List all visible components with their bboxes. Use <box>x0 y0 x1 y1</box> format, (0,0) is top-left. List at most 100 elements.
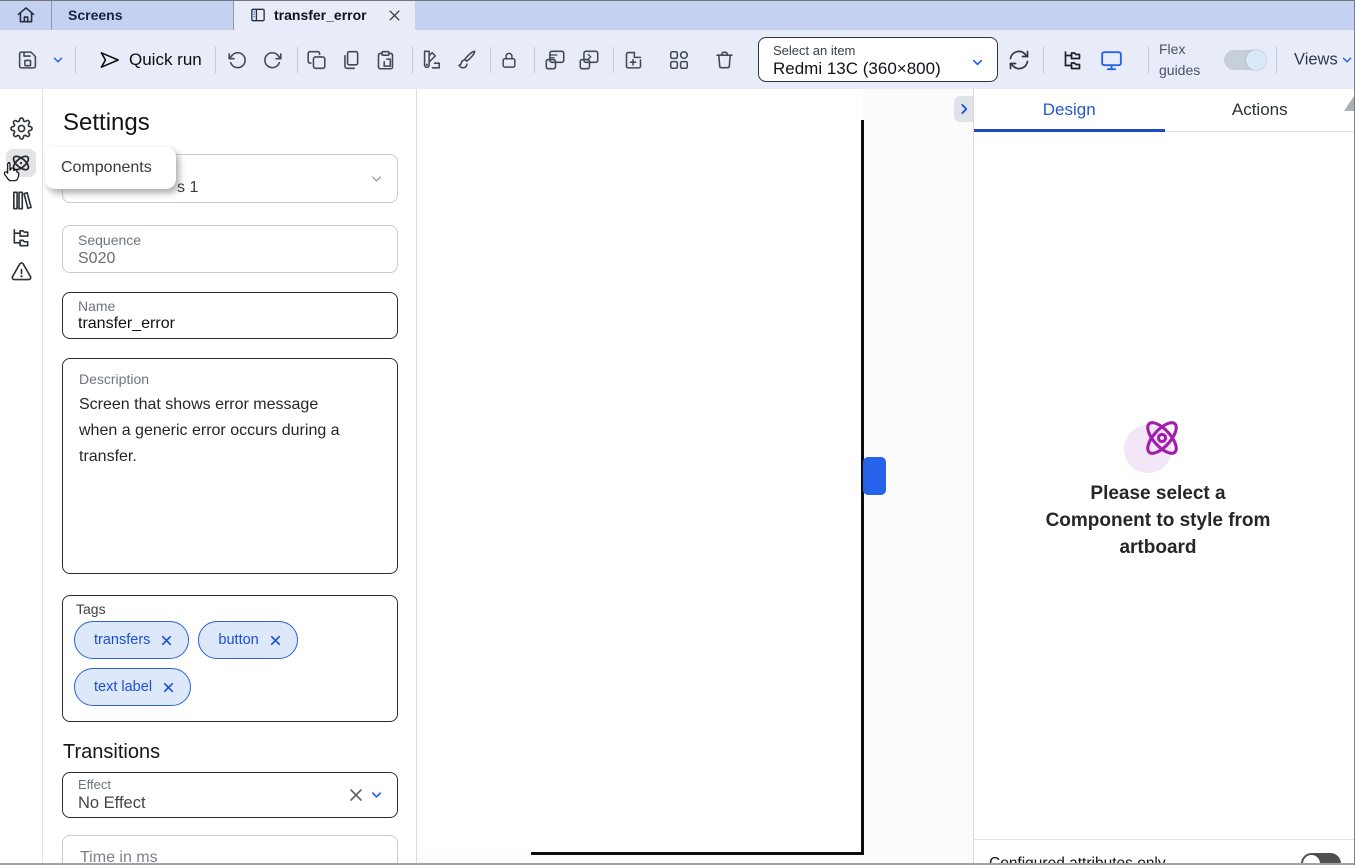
chevron-down-icon <box>51 53 65 67</box>
redo-icon <box>262 49 283 70</box>
empty-state-message: Please select a Component to style from … <box>974 480 1342 561</box>
tags-field[interactable]: Tags transfers button text label <box>62 595 398 722</box>
chevron-right-icon <box>957 102 971 116</box>
sync-button[interactable] <box>1007 48 1031 72</box>
effect-value: No Effect <box>78 794 146 813</box>
rail-settings-button[interactable] <box>6 114 36 142</box>
copy-style-button[interactable] <box>544 49 566 71</box>
flex-guides-toggle[interactable] <box>1224 50 1266 70</box>
scrollbar-corner <box>1344 96 1354 111</box>
rail-library-button[interactable] <box>6 186 36 214</box>
monitor-icon <box>1099 47 1124 72</box>
sequence-value: S020 <box>78 250 115 268</box>
quick-run-button[interactable] <box>98 48 121 71</box>
tab-screens[interactable]: Screens <box>52 0 233 30</box>
preview-monitor-button[interactable] <box>1099 47 1124 72</box>
copy-style-icon <box>544 49 566 71</box>
sync-icon <box>1007 48 1031 72</box>
sequence-field[interactable]: Sequence S020 <box>62 225 398 273</box>
sequence-label: Sequence <box>78 232 141 248</box>
window-top-edge <box>0 0 1355 1</box>
home-button[interactable] <box>0 0 52 30</box>
save-options-button[interactable] <box>51 53 65 67</box>
duplicate-icon <box>341 49 362 70</box>
add-frame-icon <box>623 49 644 70</box>
component-atom-icon <box>1137 413 1187 463</box>
paste-style-icon <box>578 49 600 71</box>
name-field[interactable]: Name transfer_error <box>62 292 398 339</box>
components-tooltip: Components <box>45 147 176 189</box>
remove-tag-icon[interactable] <box>160 634 173 647</box>
home-icon <box>16 5 36 25</box>
tags-chips: transfers button text label <box>74 621 384 706</box>
layers-tree-button[interactable] <box>1061 48 1085 72</box>
main-area: Settings s 1 Sequence S020 Name transfer… <box>0 89 1355 867</box>
close-tab-icon[interactable] <box>387 8 402 23</box>
components-grid-button[interactable] <box>668 49 690 71</box>
theme-button[interactable] <box>420 49 442 71</box>
top-tab-bar: Screens transfer_error <box>0 0 1355 30</box>
tag-chip[interactable]: button <box>198 621 297 659</box>
brush-button[interactable] <box>455 49 477 71</box>
chevron-down-icon <box>369 788 384 803</box>
device-select[interactable]: Select an item Redmi 13C (360×800) <box>758 37 998 82</box>
tab-screens-label: Screens <box>68 7 122 23</box>
flex-guides-label: Flexguides <box>1159 39 1200 81</box>
description-value: Screen that shows error message when a g… <box>79 392 344 470</box>
lock-icon <box>499 50 519 70</box>
left-rail <box>0 89 43 867</box>
duplicate-button[interactable] <box>341 49 362 70</box>
lock-button[interactable] <box>499 50 519 70</box>
paste-icon <box>375 49 396 70</box>
chevron-down-icon <box>369 171 384 186</box>
tags-label: Tags <box>76 601 106 617</box>
gear-icon <box>10 117 33 140</box>
name-label: Name <box>78 298 115 314</box>
screen-group-value: s 1 <box>177 179 198 197</box>
trash-icon <box>714 49 735 70</box>
clear-effect-icon[interactable] <box>348 787 364 803</box>
artboard-bottom-border <box>531 852 864 855</box>
app-window: Screens transfer_error Quick run <box>0 0 1355 867</box>
tab-transfer-error[interactable]: transfer_error <box>233 0 415 30</box>
grid-icon <box>668 49 690 71</box>
rail-warnings-button[interactable] <box>6 257 36 285</box>
save-button[interactable] <box>17 49 38 70</box>
main-toolbar: Quick run <box>0 30 1355 89</box>
views-chevron[interactable] <box>1340 53 1354 67</box>
copy-button[interactable] <box>306 49 327 70</box>
chevron-down-icon <box>970 55 985 70</box>
redo-button[interactable] <box>262 49 283 70</box>
undo-icon <box>227 49 248 70</box>
screen-tab-icon <box>250 7 266 23</box>
paste-button[interactable] <box>375 49 396 70</box>
tab-transfer-error-label: transfer_error <box>274 7 387 23</box>
artboard-resize-handle[interactable] <box>863 457 886 495</box>
artboard[interactable] <box>417 89 863 855</box>
tree-icon <box>10 226 33 249</box>
rail-tree-button[interactable] <box>6 223 36 251</box>
remove-tag-icon[interactable] <box>162 681 175 694</box>
effect-select[interactable]: Effect No Effect <box>62 772 398 818</box>
add-frame-button[interactable] <box>623 49 644 70</box>
description-field[interactable]: Description Screen that shows error mess… <box>62 358 398 574</box>
tag-chip[interactable]: text label <box>74 668 191 706</box>
design-panel-tabs: Design Actions <box>974 89 1355 132</box>
canvas[interactable] <box>417 89 973 867</box>
delete-button[interactable] <box>714 49 735 70</box>
footer-divider <box>974 839 1355 840</box>
swatches-icon <box>420 49 442 71</box>
undo-button[interactable] <box>227 49 248 70</box>
collapse-panel-button[interactable] <box>954 96 973 122</box>
run-icon <box>98 48 121 71</box>
tab-actions[interactable]: Actions <box>1165 89 1355 131</box>
paste-style-button[interactable] <box>578 49 600 71</box>
views-button[interactable]: Views <box>1294 50 1338 69</box>
description-label: Description <box>79 371 149 387</box>
quick-run-label-wrap[interactable]: Quick run <box>129 50 202 70</box>
remove-tag-icon[interactable] <box>269 634 282 647</box>
views-label: Views <box>1294 50 1338 69</box>
tag-chip[interactable]: transfers <box>74 621 189 659</box>
effect-label: Effect <box>78 777 111 792</box>
tab-design[interactable]: Design <box>974 89 1165 131</box>
